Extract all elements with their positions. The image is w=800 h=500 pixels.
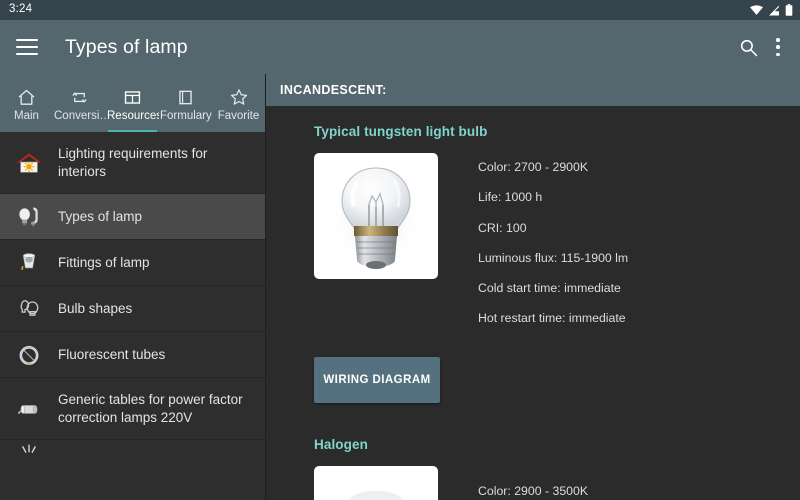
section-header: INCANDESCENT: xyxy=(266,74,800,106)
status-clock: 3:24 xyxy=(9,4,32,16)
battery-icon xyxy=(785,4,793,16)
lamp-fitting-icon xyxy=(14,248,44,278)
sidebar-item-partially-visible[interactable] xyxy=(0,440,265,470)
halogen-detail-row: Color: 2900 - 3500K xyxy=(266,466,800,500)
halogen-spec-color: Color: 2900 - 3500K xyxy=(478,466,588,498)
two-bulbs-icon xyxy=(14,202,44,232)
sidebar-label-fittings-of-lamp: Fittings of lamp xyxy=(58,254,150,272)
tab-label-formulary: Formulary xyxy=(159,110,212,122)
tab-formulary[interactable]: Formulary xyxy=(159,74,212,132)
incandescent-bulb-photo xyxy=(314,153,438,279)
tab-label-conversions: Conversi… xyxy=(53,110,106,122)
home-icon xyxy=(17,87,36,107)
circular-tube-icon xyxy=(14,340,44,370)
overflow-menu-icon[interactable] xyxy=(776,38,780,56)
sidebar-label-bulb-shapes: Bulb shapes xyxy=(58,300,132,318)
spec-life: Life: 1000 h xyxy=(478,191,628,203)
spec-color: Color: 2700 - 2900K xyxy=(478,161,628,173)
lamp-title-incandescent: Typical tungsten light bulb xyxy=(266,124,800,139)
tab-resources[interactable]: Resources xyxy=(106,74,159,132)
book-icon xyxy=(176,87,195,107)
sidebar-label-power-factor-tables: Generic tables for power factor correcti… xyxy=(58,391,253,427)
app-bar: Types of lamp xyxy=(0,20,800,74)
sidebar-item-bulb-shapes[interactable]: Bulb shapes xyxy=(0,286,265,332)
tab-label-main: Main xyxy=(13,110,40,122)
lamp-detail-row: Color: 2700 - 2900K Life: 1000 h CRI: 10… xyxy=(266,153,800,325)
page-title: Types of lamp xyxy=(65,36,739,59)
tab-main[interactable]: Main xyxy=(0,74,53,132)
house-with-sun-icon xyxy=(14,148,44,178)
spec-cold-start-time: Cold start time: immediate xyxy=(478,282,628,294)
tab-label-resources: Resources xyxy=(106,110,159,122)
hamburger-menu-icon[interactable] xyxy=(16,39,38,55)
wifi-icon xyxy=(750,5,763,15)
app-bar-actions xyxy=(739,38,780,57)
spec-hot-restart-time: Hot restart time: immediate xyxy=(478,312,628,324)
section-header-label: INCANDESCENT: xyxy=(280,83,387,97)
content-panel: INCANDESCENT: Typical tungsten light bul… xyxy=(266,74,800,500)
capacitor-icon xyxy=(14,394,44,424)
resources-nav-list[interactable]: Lighting requirements for interiors xyxy=(0,132,265,500)
light-rays-icon xyxy=(14,440,44,470)
lamp-spec-list: Color: 2700 - 2900K Life: 1000 h CRI: 10… xyxy=(478,153,628,325)
lamp-article: Typical tungsten light bulb xyxy=(266,106,800,500)
lamp-title-halogen: Halogen xyxy=(266,437,800,452)
tab-label-favorite: Favorite xyxy=(217,110,261,122)
halogen-bulb-photo xyxy=(314,466,438,500)
spec-cri: CRI: 100 xyxy=(478,222,628,234)
sidebar-label-types-of-lamp: Types of lamp xyxy=(58,208,142,226)
bulb-shapes-icon xyxy=(14,294,44,324)
left-panel: Main Conversi… xyxy=(0,74,266,500)
star-icon xyxy=(229,87,249,107)
app-screen: 3:24 Types of lamp xyxy=(0,0,800,500)
tab-bar: Main Conversi… xyxy=(0,74,265,132)
tab-conversions[interactable]: Conversi… xyxy=(53,74,106,132)
main-content-area: Main Conversi… xyxy=(0,74,800,500)
status-icon-group xyxy=(750,4,793,16)
sidebar-item-types-of-lamp[interactable]: Types of lamp xyxy=(0,194,265,240)
sidebar-item-fluorescent-tubes[interactable]: Fluorescent tubes xyxy=(0,332,265,378)
sidebar-item-lighting-requirements[interactable]: Lighting requirements for interiors xyxy=(0,132,265,194)
sidebar-label-lighting-requirements: Lighting requirements for interiors xyxy=(58,145,253,181)
table-icon xyxy=(123,87,142,107)
status-bar: 3:24 xyxy=(0,0,800,20)
conversion-icon xyxy=(70,87,89,107)
sidebar-item-power-factor-tables[interactable]: Generic tables for power factor correcti… xyxy=(0,378,265,440)
signal-icon xyxy=(768,5,780,16)
search-icon[interactable] xyxy=(739,38,758,57)
spec-luminous-flux: Luminous flux: 115-1900 lm xyxy=(478,252,628,264)
tab-favorite[interactable]: Favorite xyxy=(212,74,265,132)
wiring-diagram-button[interactable]: WIRING DIAGRAM xyxy=(314,357,440,403)
halogen-section: Halogen Color: 2900 - 3500K xyxy=(266,437,800,500)
sidebar-item-fittings-of-lamp[interactable]: Fittings of lamp xyxy=(0,240,265,286)
sidebar-label-fluorescent-tubes: Fluorescent tubes xyxy=(58,346,165,364)
